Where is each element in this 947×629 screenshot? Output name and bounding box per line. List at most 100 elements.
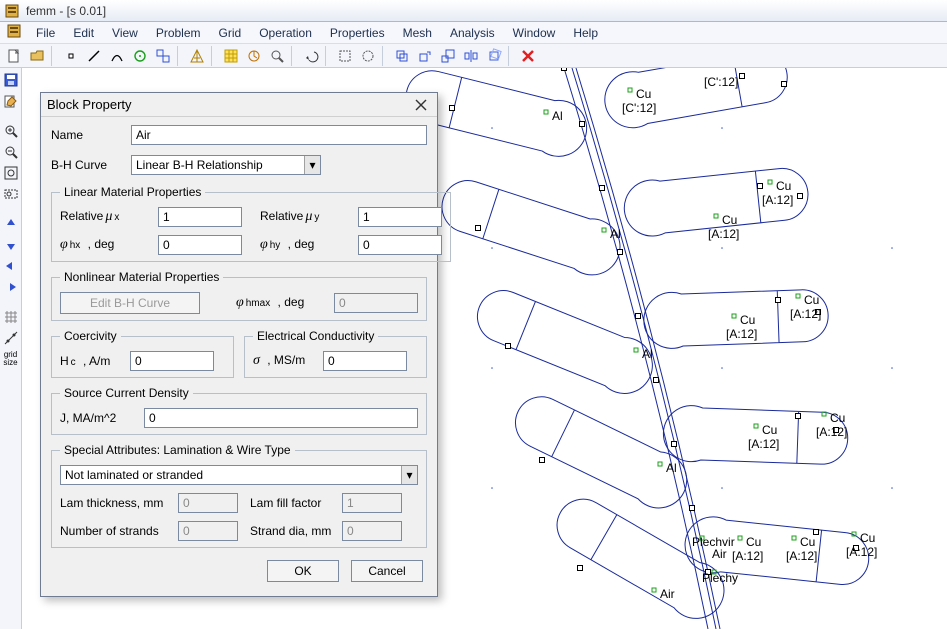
menu-analysis[interactable]: Analysis [442,24,503,42]
svg-text:[A:12]: [A:12] [816,425,847,439]
rotate-icon[interactable] [483,46,505,66]
phi-hy-input[interactable] [358,235,442,255]
hc-input[interactable] [130,351,214,371]
svg-text:[A:12]: [A:12] [748,437,779,451]
zoom-fit-icon[interactable] [1,163,21,183]
svg-text:Cu: Cu [804,293,819,307]
svg-text:Al: Al [552,109,563,123]
segment-mode-icon[interactable] [83,46,105,66]
svg-text:Al: Al [666,461,677,475]
close-icon[interactable] [411,96,431,114]
coercivity-group: Coercivity Hc , A/m [51,329,234,378]
titlebar: femm - [s 0.01] [0,0,947,22]
grid-toggle-icon[interactable] [1,307,21,327]
dialog-title: Block Property [47,97,132,112]
select-circ-icon[interactable] [357,46,379,66]
rel-muy-input[interactable] [358,207,442,227]
analyze-icon[interactable] [243,46,265,66]
pan-down-icon[interactable] [1,235,21,255]
run-mesh-icon[interactable] [186,46,208,66]
menu-edit[interactable]: Edit [65,24,102,42]
lam-thickness-label: Lam thickness, mm [60,496,172,510]
menu-help[interactable]: Help [565,24,606,42]
menubar: File Edit View Problem Grid Operation Pr… [0,22,947,44]
menu-window[interactable]: Window [505,24,564,42]
svg-text:Al: Al [642,347,653,361]
lam-fill-input [342,493,402,513]
new-file-icon[interactable] [3,46,25,66]
select-rect-icon[interactable] [334,46,356,66]
lam-fill-label: Lam fill factor [250,496,336,510]
name-label: Name [51,128,123,142]
mirror-icon[interactable] [460,46,482,66]
pan-up-icon[interactable] [1,214,21,234]
zoom-in-icon[interactable] [1,121,21,141]
scale-icon[interactable] [437,46,459,66]
results-icon[interactable] [266,46,288,66]
block-mode-icon[interactable] [129,46,151,66]
nonlinear-props-group: Nonlinear Material Properties Edit B-H C… [51,270,427,321]
svg-text:[A:12]: [A:12] [708,227,739,241]
copy-icon[interactable] [391,46,413,66]
svg-text:Cu: Cu [762,423,777,437]
sigma-label: σ , MS/m [253,353,317,369]
snap-icon[interactable] [1,328,21,348]
source-current-legend: Source Current Density [60,386,193,400]
open-file-icon[interactable] [26,46,48,66]
j-label: J, MA/m^2 [60,411,138,425]
dialog-titlebar: Block Property [41,93,437,117]
window-title: femm - [s 0.01] [26,4,106,18]
node-mode-icon[interactable] [60,46,82,66]
svg-text:Al: Al [610,227,621,241]
menu-file[interactable]: File [28,24,63,42]
strands-label: Number of strands [60,524,172,538]
rel-mux-input[interactable] [158,207,242,227]
menu-properties[interactable]: Properties [322,24,393,42]
coercivity-legend: Coercivity [60,329,121,343]
rel-muy-label: Relative μy [260,209,352,225]
name-input[interactable] [131,125,427,145]
strands-input [178,521,238,541]
svg-text:Cu: Cu [776,179,791,193]
menu-operation[interactable]: Operation [251,24,320,42]
mesh-yellow-icon[interactable] [220,46,242,66]
phi-hx-label: φhx , deg [60,237,152,253]
delete-icon[interactable] [517,46,539,66]
menu-mesh[interactable]: Mesh [395,24,440,42]
phi-hy-label: φhy , deg [260,237,352,253]
svg-text:Cu: Cu [800,535,815,549]
svg-text:Cu: Cu [740,313,755,327]
svg-text:Cu: Cu [636,87,651,101]
edit-props-icon[interactable] [1,91,21,111]
pan-right-icon[interactable] [1,277,21,297]
menu-grid[interactable]: Grid [211,24,250,42]
menu-problem[interactable]: Problem [148,24,209,42]
sigma-input[interactable] [323,351,407,371]
svg-text:[A:12]: [A:12] [786,549,817,563]
chevron-down-icon[interactable]: ▾ [304,156,320,174]
edit-bh-curve-button: Edit B-H Curve [60,292,200,314]
nonlinear-props-legend: Nonlinear Material Properties [60,270,223,284]
lamination-select[interactable] [60,465,418,485]
svg-text:Plechy: Plechy [702,571,738,585]
pan-left-icon[interactable] [1,256,21,276]
phi-hx-input[interactable] [158,235,242,255]
rel-mux-label: Relative μx [60,209,152,225]
bh-curve-select[interactable] [131,155,321,175]
ok-button[interactable]: OK [267,560,339,582]
undo-icon[interactable] [300,46,322,66]
group-mode-icon[interactable] [152,46,174,66]
j-input[interactable] [144,408,418,428]
zoom-out-icon[interactable] [1,142,21,162]
save-icon[interactable] [1,70,21,90]
move-icon[interactable] [414,46,436,66]
zoom-window-icon[interactable] [1,184,21,204]
chevron-down-icon[interactable]: ▾ [401,466,417,484]
grid-size-icon[interactable]: gridsize [1,349,21,369]
phi-hmax-label: φhmax , deg [236,295,328,311]
cancel-button[interactable]: Cancel [351,560,423,582]
menu-view[interactable]: View [104,24,146,42]
arc-mode-icon[interactable] [106,46,128,66]
svg-text:[A:12]: [A:12] [732,549,763,563]
svg-text:[A:12]: [A:12] [726,327,757,341]
